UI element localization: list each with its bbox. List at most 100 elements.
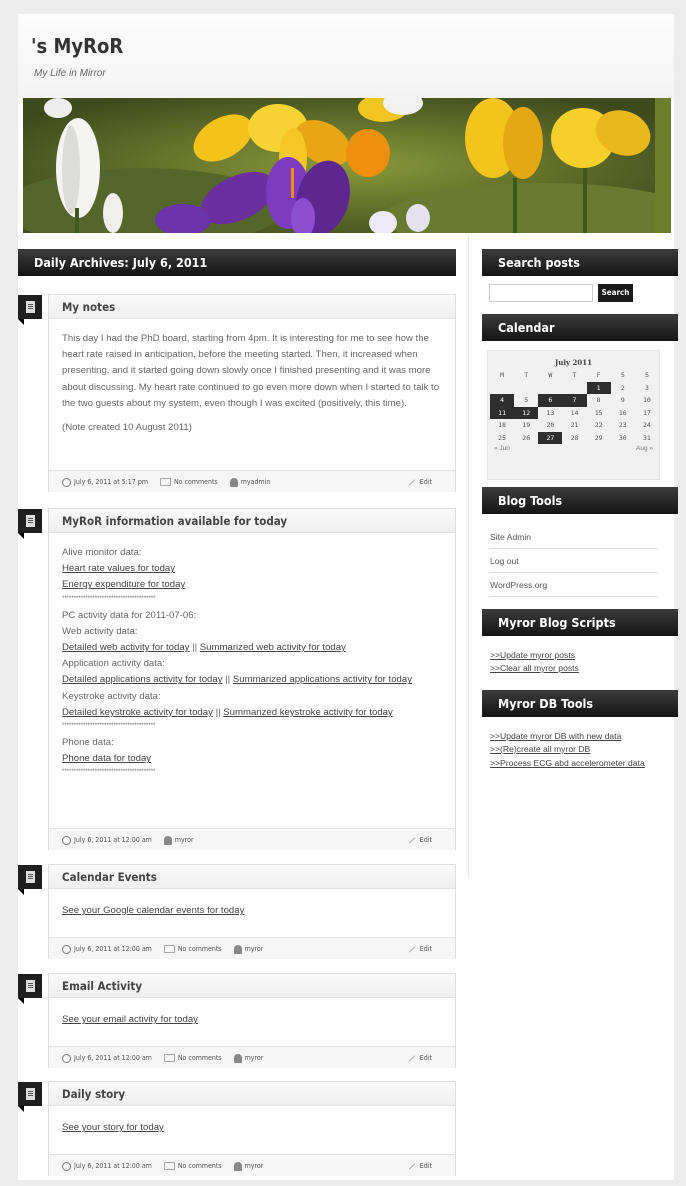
calendar-month: July 2011 [554, 358, 593, 367]
summarized-applications-activity-link[interactable]: Summarized applications activity for tod… [233, 674, 412, 685]
calendar-next-link[interactable]: Aug » [636, 445, 653, 452]
post-date[interactable]: July 6, 2011 at 12:00 am [62, 944, 152, 954]
post-date[interactable]: July 6, 2011 at 5:17 pm [62, 477, 148, 487]
post-author[interactable]: myror [233, 1161, 263, 1171]
pencil-icon [408, 1054, 415, 1062]
post-title[interactable]: Calendar Events [49, 865, 455, 889]
calendar-week: 4 5 6 7 8 9 10 [490, 394, 659, 407]
pc-activity-label: PC activity data for 2011-07-06: [62, 609, 197, 621]
wordpress-org-link[interactable]: WordPress.org [490, 580, 658, 597]
log-out-link[interactable]: Log out [490, 556, 658, 573]
post-author[interactable]: myror [233, 1053, 263, 1063]
post-comments[interactable]: No comments [159, 478, 218, 486]
daily-story-link[interactable]: See your story for today [62, 1122, 164, 1133]
process-ecg-link[interactable]: >>Process ECG abd accelerometer data [490, 757, 665, 769]
edit-link[interactable]: Edit [408, 471, 432, 493]
calendar-day: 8 [596, 396, 601, 405]
clear-myror-posts-link[interactable]: >>Clear all myror posts [490, 663, 579, 673]
archive-heading: Daily Archives: July 6, 2011 [18, 249, 456, 276]
edit-link[interactable]: Edit [408, 1155, 432, 1177]
update-myror-posts-link[interactable]: >>Update myror posts [490, 650, 575, 660]
site-admin-link[interactable]: Site Admin [490, 532, 658, 549]
edit-link[interactable]: Edit [408, 829, 432, 851]
post-paragraph: This day I had the PhD board, starting f… [62, 333, 440, 409]
clock-icon [62, 477, 71, 487]
summarized-web-activity-link[interactable]: Summarized web activity for today [200, 642, 346, 653]
pencil-icon [408, 836, 415, 844]
comment-icon [159, 478, 171, 486]
calendar-empty-cell [538, 382, 562, 395]
site-title[interactable]: 's MyRoR [31, 34, 123, 58]
calendar-day: 28 [570, 433, 579, 442]
calendar-day[interactable]: 11 [490, 406, 515, 419]
post-meta: July 6, 2011 at 12:00 am No comments myr… [49, 1046, 455, 1068]
post-author[interactable]: myadmin [229, 477, 270, 487]
calendar-day: 15 [594, 408, 603, 417]
post-comments[interactable]: No comments [163, 945, 222, 953]
calendar-week: 11 12 13 14 15 16 17 [490, 406, 659, 419]
calendar-days: 1 2 3 4 5 6 7 8 9 10 11 12 13 14 15 16 17 18 19 20 21 22 23 24 2… [490, 381, 659, 444]
post-myror-information: MyRoR information available for today Al… [48, 508, 456, 850]
calendar-weekday: W [548, 371, 553, 380]
post-date[interactable]: July 6, 2011 at 12:00 am [62, 1161, 152, 1171]
post-content: Alive monitor data: Heart rate values fo… [49, 533, 455, 828]
search-input[interactable] [489, 284, 593, 302]
column-divider [468, 236, 469, 876]
post-title[interactable]: Email Activity [49, 974, 455, 998]
google-calendar-events-link[interactable]: See your Google calendar events for toda… [62, 905, 244, 916]
post-author[interactable]: myror [163, 835, 194, 845]
heart-rate-link[interactable]: Heart rate values for today [62, 563, 175, 574]
post-comments[interactable]: No comments [163, 1054, 222, 1062]
post-title[interactable]: My notes [49, 295, 455, 319]
calendar-weekday: M [500, 371, 505, 380]
calendar-day: 22 [594, 421, 603, 430]
calendar-day[interactable]: 27 [538, 431, 563, 444]
phone-data-link[interactable]: Phone data for today [62, 753, 151, 764]
recreate-myror-db-link[interactable]: >>(Re)create all myror DB [490, 744, 590, 754]
site-header: 's MyRoR My Life in Mirror [18, 14, 674, 98]
user-icon [233, 1053, 242, 1063]
calendar-weekday: T [524, 371, 529, 380]
calendar-day[interactable]: 12 [514, 406, 539, 419]
calendar-day: 29 [594, 433, 603, 442]
post-title[interactable]: MyRoR information available for today [49, 509, 455, 533]
detailed-applications-activity-link[interactable]: Detailed applications activity for today [62, 674, 223, 685]
calendar-week: 25 26 27 28 29 30 31 [490, 431, 659, 444]
email-activity-link[interactable]: See your email activity for today [62, 1014, 198, 1025]
post-date[interactable]: July 6, 2011 at 12:00 am [62, 1053, 152, 1063]
calendar-day[interactable]: 1 [586, 381, 611, 394]
calendar-day: 2 [620, 383, 625, 392]
post-title[interactable]: Daily story [49, 1082, 455, 1106]
user-icon [229, 477, 238, 487]
calendar-nav: « Jun Aug » [488, 444, 659, 456]
detailed-web-activity-link[interactable]: Detailed web activity for today [62, 642, 189, 653]
calendar-weekday: S [620, 371, 625, 380]
post-date[interactable]: July 6, 2011 at 12:00 am [62, 835, 152, 845]
calendar-prev-link[interactable]: « Jun [494, 445, 510, 452]
pencil-icon [408, 1162, 415, 1170]
calendar-day: 25 [498, 433, 506, 442]
summarized-keystroke-activity-link[interactable]: Summarized keystroke activity for today [223, 707, 393, 718]
web-activity-label: Web activity data: [62, 625, 138, 637]
post-comments[interactable]: No comments [163, 1162, 222, 1170]
calendar-day: 23 [618, 421, 627, 430]
post-daily-story: Daily story See your story for today Jul… [48, 1081, 456, 1176]
calendar-day[interactable]: 7 [562, 394, 587, 407]
sidebar-heading-db-tools: Myror DB Tools [482, 690, 678, 717]
sidebar-heading-blog-scripts: Myror Blog Scripts [482, 609, 678, 636]
calendar-day[interactable]: 4 [490, 394, 515, 407]
edit-link[interactable]: Edit [408, 938, 432, 960]
post-author[interactable]: myror [233, 944, 263, 954]
sidebar-heading-text: Search posts [498, 255, 580, 270]
energy-expenditure-link[interactable]: Energy expenditure for today [62, 579, 185, 590]
search-button[interactable]: Search [598, 284, 633, 302]
post-meta: July 6, 2011 at 12:00 am No comments myr… [49, 1154, 455, 1176]
update-myror-db-link[interactable]: >>Update myror DB with new data [490, 731, 621, 741]
calendar-day: 20 [546, 421, 555, 430]
detailed-keystroke-activity-link[interactable]: Detailed keystroke activity for today [62, 707, 213, 718]
calendar-day: 13 [546, 408, 555, 417]
edit-link[interactable]: Edit [408, 1047, 432, 1069]
comment-icon [163, 945, 175, 953]
phone-data-label: Phone data: [62, 737, 114, 749]
calendar-day[interactable]: 6 [538, 394, 563, 407]
